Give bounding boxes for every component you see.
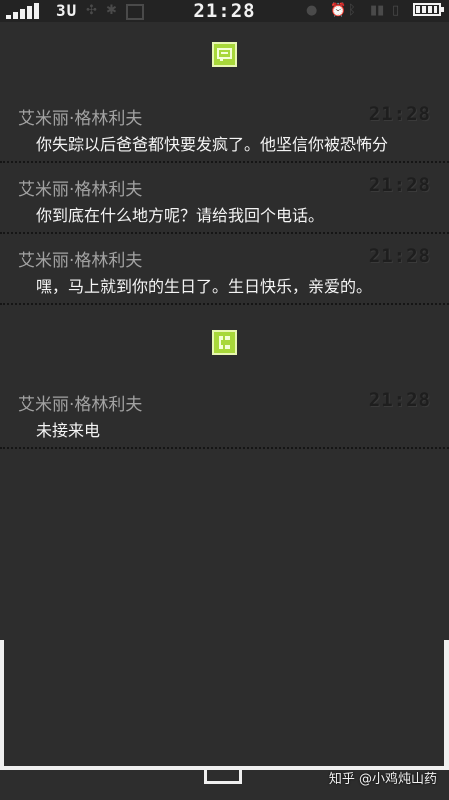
divider [0,447,449,449]
phone-screen: 3U ✣ ✱ 21:28 ● ⏰ ᛒ ▮▮ ▯ 艾米丽·格林利夫 21:28 你… [0,0,449,800]
message-time: 21:28 [368,245,431,267]
alarm-icon: ⏰ [330,3,347,18]
chat-notify-icon: ● [306,3,318,18]
battery-icon [413,3,444,16]
watermark: 知乎 @小鸡炖山药 [328,772,437,787]
divider [0,303,449,305]
sender-name: 艾米丽·格林利夫 [18,180,143,200]
status-bar: 3U ✣ ✱ 21:28 ● ⏰ ᛒ ▮▮ ▯ [0,0,449,22]
call-time: 21:28 [368,389,431,411]
frame-edge-right [444,640,449,768]
divider [0,232,449,234]
frame-edge-left [0,640,4,768]
phone-icon [212,330,237,355]
chat-bubble-icon [212,42,237,67]
divider [0,161,449,163]
sender-name: 艾米丽·格林利夫 [18,109,143,129]
message-text: 嘿，马上就到你的生日了。生日快乐，亲爱的。 [36,277,373,296]
message-time: 21:28 [368,174,431,196]
sender-name: 艾米丽·格林利夫 [18,251,143,271]
message-time: 21:28 [368,103,431,125]
message-text: 你失踪以后爸爸都快要发疯了。他坚信你被恐怖分 [36,135,389,154]
bluetooth-icon: ᛒ [348,3,356,18]
wifi-icon: ▯ [392,3,400,18]
message-text: 你到底在什么地方呢？请给我回个电话。 [36,206,325,225]
vibrate-icon: ▮▮ [370,3,385,18]
home-button[interactable] [204,770,242,784]
sender-name: 艾米丽·格林利夫 [18,395,143,415]
missed-call-text: 未接来电 [36,421,101,440]
